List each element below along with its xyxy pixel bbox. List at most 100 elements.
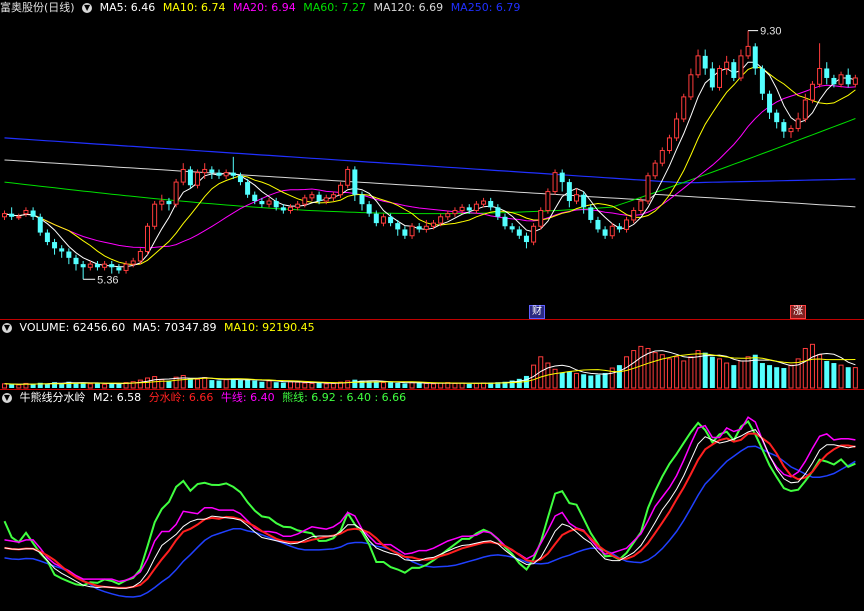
volume-bar [380,382,386,389]
candle-body [852,77,858,85]
volume-bar [824,360,830,388]
candle-body [645,175,651,202]
volume-bar [738,360,744,389]
volume-bar [552,368,558,389]
candle-body [409,225,415,237]
candle-body [216,172,222,176]
volume-bar [781,368,787,388]
volume-bar [80,383,86,388]
candle-body [87,263,93,268]
candle-body [631,209,637,221]
volume-bar [574,372,579,389]
candle-body [767,93,773,113]
candle-body [23,209,29,215]
volume-bar [145,377,150,389]
indicator-dropdown-icon[interactable]: ▼ [2,393,12,403]
volume-bar [423,382,429,389]
candle-body [809,83,815,101]
volume-bar [431,383,436,389]
volume-bar [767,365,773,388]
candle-body [52,242,58,249]
candle-body [438,216,444,224]
indicator-header: ▼ 牛熊线分水岭 M2: 6.58 分水岭: 6.66 牛线: 6.40 熊线:… [0,390,410,406]
candle-body [209,169,215,173]
candle-body [152,203,158,227]
candle-body [616,226,622,230]
volume-ma5: MA5: 70347.89 [132,321,217,334]
candle-body [516,229,522,236]
volume-bar [180,375,186,389]
candle-body [159,200,165,205]
candle-body [566,182,572,202]
volume-bar [202,377,208,389]
volume-bar [559,372,565,388]
candle-body [666,137,672,152]
candle-body [44,232,50,243]
volume-bar [838,364,844,389]
candle-body [681,96,687,120]
indicator-blue-line [4,445,856,598]
candle-body [774,112,780,123]
volume-bar [459,382,465,389]
low-label: 5.36 [97,274,118,286]
candle-body [574,194,579,202]
candle-body [717,67,722,88]
volume-bar [759,363,765,388]
ma250-label: MA250: 6.79 [450,1,521,14]
volume-bar [774,367,780,388]
stock-title: 富奥股份(日线) [0,1,75,14]
candle-body [531,225,537,243]
candle-body [702,55,708,69]
candle-body [652,162,658,177]
candle-body [795,118,801,129]
candle-body [202,168,208,174]
bear-line [3,420,856,587]
volume-bar [388,382,394,388]
candle-body [709,68,715,88]
ma250-line [4,137,856,184]
xiong-label: 熊线: 6.92 : 6.40 : 6.66 [282,391,407,404]
volume-bar [438,382,444,389]
volume-bar [788,364,794,389]
candle-body [180,168,186,183]
volume-bar [323,383,329,389]
candle-body [223,172,229,177]
volume-bar [466,383,472,388]
volume-dropdown-icon[interactable]: ▼ [2,323,12,333]
candle-body [230,172,236,176]
candle-body [559,172,565,183]
candle-body [237,175,243,183]
volume-bar [216,380,222,388]
kline-chart: 9.30 5.36 [2,26,858,598]
candle-body [523,235,529,243]
candle-body [80,264,86,268]
bull-line [4,416,856,583]
candle-body [2,213,7,218]
volume-bar [166,380,172,388]
volume-bar [237,380,243,388]
candle-body [359,194,365,205]
finance-flag[interactable]: 财 [529,305,545,319]
candle-body [373,213,379,224]
rise-flag[interactable]: 涨 [790,305,806,319]
candle-body [459,206,465,211]
volume-bar [280,382,286,388]
candle-body [273,201,279,208]
candle-body [659,150,665,164]
volume-bar [259,381,265,388]
settings-dropdown-icon[interactable]: ▼ [82,3,93,13]
volume-bar [831,363,837,388]
candle-body [66,251,72,258]
fsl-label: 分水岭: 6.66 [148,391,214,404]
volume-bar [209,380,215,388]
volume-bar [252,380,258,388]
candle-body [330,194,336,199]
candle-body [402,229,408,236]
volume-bar [2,383,7,389]
volume-bar [731,365,737,388]
candle-body [266,200,272,205]
ma120-line [4,159,856,208]
volume-bar [852,367,858,389]
volume-bar [273,382,279,388]
candle-body [731,62,737,78]
